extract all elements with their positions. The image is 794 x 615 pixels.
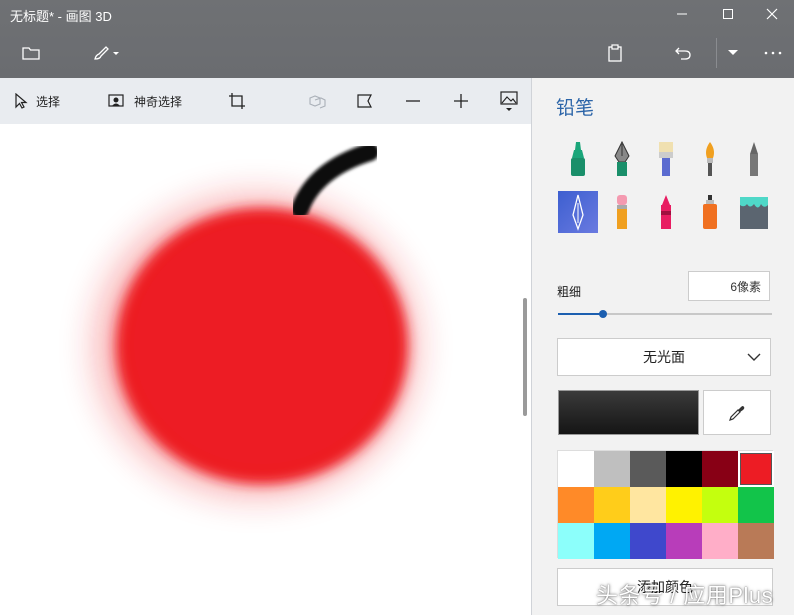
thickness-input[interactable]: 6像素 — [688, 271, 770, 301]
crop-button[interactable] — [222, 78, 252, 124]
cursor-icon — [15, 93, 28, 109]
canvas-scrollbar[interactable] — [523, 298, 527, 416]
palette-swatch[interactable] — [702, 487, 738, 523]
palette-swatch[interactable] — [738, 451, 774, 487]
palette-swatch[interactable] — [702, 523, 738, 559]
palette-swatch[interactable] — [666, 451, 702, 487]
zoom-in-button[interactable] — [446, 78, 476, 124]
palette-swatch[interactable] — [702, 451, 738, 487]
tool-spray-can[interactable] — [690, 191, 730, 233]
brush-icon — [94, 46, 119, 60]
minimize-button[interactable] — [660, 0, 704, 28]
drawing-canvas[interactable] — [0, 124, 522, 615]
eyedropper-icon — [729, 405, 745, 421]
palette-swatch[interactable] — [630, 523, 666, 559]
palette-swatch[interactable] — [594, 487, 630, 523]
palette-swatch[interactable] — [666, 487, 702, 523]
more-options-button[interactable] — [758, 38, 788, 68]
crop-icon — [229, 93, 245, 109]
plus-icon — [454, 94, 468, 108]
window-title: 无标题* - 画图 3D — [10, 9, 112, 24]
watermark: 头条号 / 应用Plus — [596, 583, 774, 608]
clipboard-icon — [608, 44, 622, 62]
pencil-icon — [750, 142, 758, 176]
paste-button[interactable] — [600, 38, 630, 68]
crayon-icon — [661, 195, 671, 229]
toolbar-separator — [716, 38, 717, 68]
undo-button[interactable] — [668, 38, 698, 68]
watercolor-icon — [706, 142, 714, 176]
magic-select-button[interactable]: 神奇选择 — [108, 78, 182, 124]
tool-marker[interactable] — [558, 138, 598, 180]
palette-swatch[interactable] — [630, 487, 666, 523]
palette-swatch[interactable] — [738, 523, 774, 559]
chevron-down-icon — [728, 50, 738, 55]
current-color-swatch[interactable] — [558, 390, 699, 435]
tool-fill-bucket[interactable] — [734, 191, 774, 233]
tool-crayon[interactable] — [646, 191, 686, 233]
panel-title: 铅笔 — [556, 98, 595, 119]
tool-oil-brush[interactable] — [646, 138, 686, 180]
history-dropdown-button[interactable] — [722, 38, 744, 68]
palette-swatch[interactable] — [630, 451, 666, 487]
fill-bucket-icon — [740, 197, 768, 229]
tool-pencil[interactable] — [734, 138, 774, 180]
select-button[interactable]: 选择 — [14, 78, 60, 124]
select-label: 选择 — [36, 94, 61, 109]
undo-icon — [675, 47, 691, 60]
eyedropper-button[interactable] — [703, 390, 771, 435]
magic-select-label: 神奇选择 — [134, 94, 183, 109]
minus-icon — [406, 100, 420, 102]
palette-swatch[interactable] — [558, 487, 594, 523]
maximize-button[interactable] — [706, 0, 750, 28]
palette-swatch[interactable] — [594, 451, 630, 487]
maximize-icon — [723, 9, 733, 19]
palette-swatch[interactable] — [558, 523, 594, 559]
flag-icon — [357, 94, 372, 108]
thickness-slider-thumb[interactable] — [598, 310, 607, 318]
palette-swatch[interactable] — [666, 523, 702, 559]
color-palette — [557, 450, 774, 559]
sticker-button[interactable] — [350, 78, 380, 124]
zoom-out-button[interactable] — [398, 78, 428, 124]
brushes-tab-button[interactable] — [86, 38, 126, 68]
palette-swatch[interactable] — [738, 487, 774, 523]
title-toolbar: 无标题* - 画图 3D — [0, 0, 794, 78]
tool-calligraphy-pen[interactable] — [602, 138, 642, 180]
tool-pixel-pen[interactable] — [558, 191, 598, 233]
more-icon — [764, 51, 782, 55]
folder-icon — [22, 47, 40, 60]
calligraphy-pen-icon — [614, 140, 630, 176]
apple-drawing — [96, 143, 416, 496]
palette-swatch[interactable] — [558, 451, 594, 487]
palette-swatch[interactable] — [594, 523, 630, 559]
oil-brush-icon — [659, 142, 673, 176]
spray-can-icon — [703, 195, 717, 229]
close-button[interactable] — [750, 0, 794, 28]
canvas-toolbar: 选择 神奇选择 — [0, 78, 531, 124]
close-icon — [766, 8, 778, 20]
pixel-pen-icon — [572, 194, 584, 231]
view-options-button[interactable] — [494, 78, 524, 124]
thickness-label: 粗细 — [557, 285, 582, 299]
brush-panel: 铅笔 粗细 6像素 无光面 添加颜色 — [532, 78, 794, 615]
finish-label: 无光面 — [643, 349, 685, 365]
tool-watercolor[interactable] — [690, 138, 730, 180]
open-menu-button[interactable] — [14, 38, 48, 68]
cubes-icon — [309, 95, 326, 109]
finish-dropdown[interactable]: 无光面 — [557, 338, 771, 376]
eraser-icon — [617, 195, 627, 229]
image-icon — [500, 91, 518, 111]
magic-select-icon — [108, 94, 124, 107]
minimize-icon — [677, 13, 687, 15]
thickness-slider-fill — [558, 313, 603, 315]
chevron-down-icon — [747, 353, 761, 361]
marker-icon — [571, 142, 585, 176]
tool-eraser[interactable] — [602, 191, 642, 233]
3d-library-button[interactable] — [302, 78, 332, 124]
